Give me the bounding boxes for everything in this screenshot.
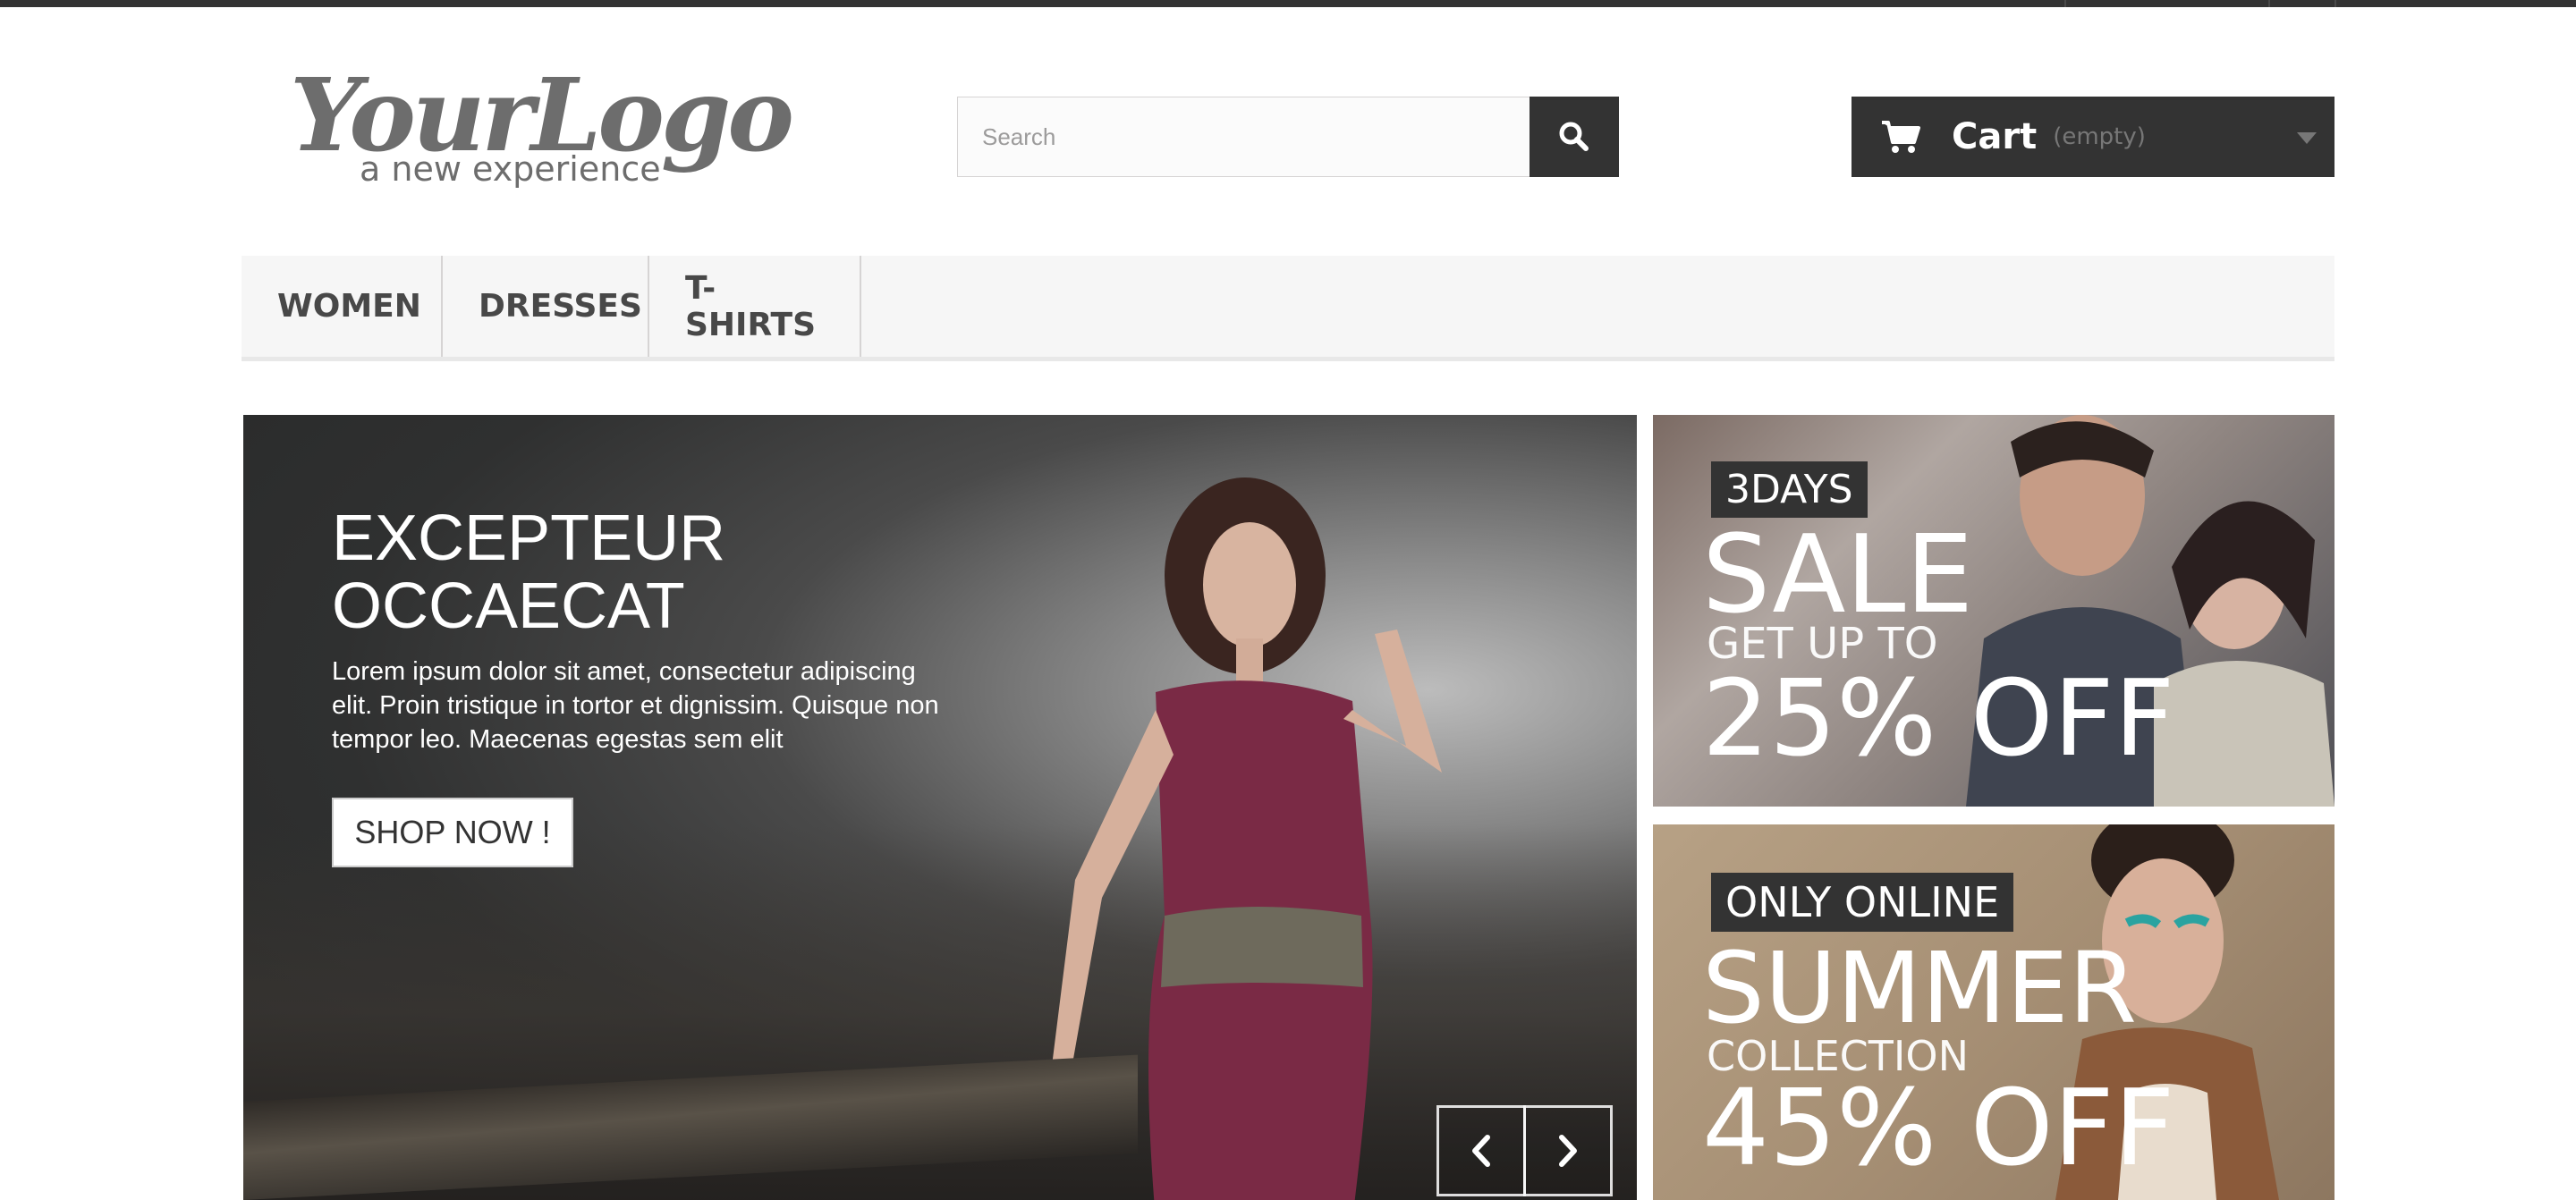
menu-item-t-shirts[interactable]: T-SHIRTS bbox=[649, 256, 861, 357]
chevron-down-icon[interactable] bbox=[2297, 132, 2317, 144]
slide-title: EXCEPTEUR OCCAECAT bbox=[332, 503, 726, 642]
slide-description: Lorem ipsum dolor sit amet, consectetur … bbox=[332, 657, 939, 754]
top-bar-divider bbox=[2268, 0, 2270, 7]
logo-tagline: a new experience bbox=[360, 149, 661, 189]
menu-item-label: WOMEN bbox=[277, 288, 421, 325]
menu-item-dresses[interactable]: DRESSES bbox=[443, 256, 649, 357]
banner-tag: 3DAYS bbox=[1711, 461, 1868, 518]
search-icon bbox=[1559, 122, 1589, 151]
sale-banner[interactable]: 3DAYS SALE GET UP TO 25% OFF bbox=[1653, 415, 2334, 807]
slider-next-button[interactable] bbox=[1523, 1105, 1613, 1196]
shop-now-button[interactable]: SHOP NOW ! bbox=[332, 798, 573, 867]
menu-item-women[interactable]: WOMEN bbox=[242, 256, 443, 357]
search-input[interactable] bbox=[958, 97, 1530, 176]
homepage-slider: EXCEPTEUR OCCAECAT Lorem ipsum dolor sit… bbox=[243, 415, 1637, 1200]
cart-icon bbox=[1882, 121, 1920, 153]
banner-headline: SUMMER bbox=[1702, 931, 2138, 1045]
top-bar bbox=[0, 0, 2576, 7]
chevron-left-icon bbox=[1472, 1135, 1490, 1167]
menu-item-label: T-SHIRTS bbox=[685, 269, 817, 343]
chevron-right-icon bbox=[1559, 1135, 1577, 1167]
cart-button[interactable]: Cart (empty) bbox=[1852, 97, 2334, 177]
menu-item-label: DRESSES bbox=[479, 288, 642, 325]
banner-tag: ONLY ONLINE bbox=[1711, 873, 2014, 932]
top-bar-divider bbox=[2064, 0, 2066, 7]
logo[interactable]: YourLogo a new experience bbox=[286, 45, 796, 206]
cart-label: Cart bbox=[1952, 116, 2038, 157]
slider-prev-button[interactable] bbox=[1436, 1105, 1526, 1196]
slider-nav bbox=[1436, 1105, 1613, 1196]
banner-offer: 25% OFF bbox=[1702, 656, 2175, 780]
search-button[interactable] bbox=[1530, 97, 1619, 177]
banner-offer: 45% OFF bbox=[1702, 1066, 2175, 1189]
summer-banner[interactable]: ONLY ONLINE SUMMER COLLECTION 45% OFF bbox=[1653, 824, 2334, 1200]
main-menu: WOMEN DRESSES T-SHIRTS bbox=[242, 256, 2334, 361]
top-bar-divider bbox=[2334, 0, 2336, 7]
search-field[interactable] bbox=[957, 97, 1530, 177]
cart-empty-state: (empty) bbox=[2053, 123, 2146, 150]
banner-headline: SALE bbox=[1702, 513, 1974, 638]
